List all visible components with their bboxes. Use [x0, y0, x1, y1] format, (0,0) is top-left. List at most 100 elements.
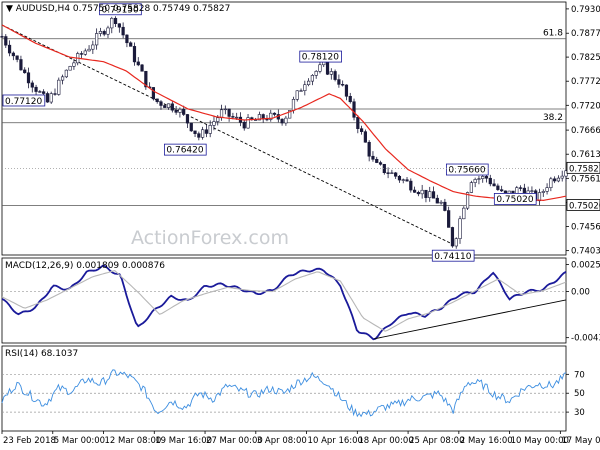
- candle-body: [231, 116, 235, 118]
- candle-body: [178, 108, 182, 113]
- macd-tick-label: 0.00257: [571, 261, 600, 271]
- candle-body: [447, 210, 451, 228]
- candle-body: [0, 36, 4, 38]
- candle-body: [201, 129, 205, 138]
- candle-body: [113, 17, 118, 25]
- candle-body: [458, 218, 462, 239]
- candle-body: [473, 179, 477, 183]
- candle-body: [53, 93, 57, 95]
- candle-body: [507, 190, 511, 194]
- candle-body: [481, 176, 485, 180]
- candle-body: [359, 128, 364, 132]
- annotation-label-4: 0.75020: [496, 195, 533, 205]
- candle-body: [329, 71, 333, 75]
- watermark: ActionForex.com: [131, 227, 289, 249]
- annotation-label-5: 0.74110: [434, 252, 471, 262]
- candle-body: [166, 103, 171, 108]
- candle-body: [121, 26, 125, 36]
- candle-body: [352, 101, 356, 118]
- candle-body: [26, 72, 31, 84]
- x-tick-label: 25 Apr 08:00: [409, 436, 464, 446]
- candle-body: [284, 117, 288, 124]
- macd-tick-label: -0.004392: [571, 334, 600, 344]
- candle-body: [155, 98, 159, 103]
- candle-body: [469, 182, 473, 193]
- x-tick-label: 10 May 00:00: [511, 436, 569, 446]
- candle-body: [102, 31, 106, 35]
- candle-body: [314, 71, 318, 76]
- candle-body: [428, 191, 432, 198]
- candle-body: [503, 190, 508, 194]
- candle-body: [431, 191, 436, 199]
- candle-body: [450, 227, 455, 247]
- price-tick-label: 0.78250: [571, 53, 600, 63]
- candle-body: [91, 44, 95, 50]
- price-tick-label: 0.77200: [571, 101, 600, 111]
- candle-body: [344, 84, 349, 97]
- macd-trendline-0: [374, 299, 567, 340]
- x-tick-label: 19 Mar 16:00: [155, 436, 212, 446]
- candle-body: [299, 90, 303, 92]
- candle-body: [30, 82, 34, 88]
- candle-body: [197, 133, 201, 138]
- candle-body: [397, 175, 402, 181]
- candle-body: [420, 189, 424, 195]
- x-tick-label: 23 Feb 2018: [3, 436, 56, 446]
- candle-body: [151, 87, 156, 100]
- candle-body: [163, 105, 167, 108]
- price-panel-title: ▼ AUDUSD,H4 0.75750 0.75828 0.75749 0.75…: [6, 4, 230, 14]
- candle-body: [159, 101, 163, 106]
- rsi-tick-label: 30: [574, 408, 585, 418]
- x-tick-label: 27 Mar 00:00: [206, 436, 263, 446]
- candle-body: [307, 80, 311, 86]
- candle-body: [545, 187, 549, 192]
- rsi-tick-label: 70: [574, 370, 585, 380]
- candle-body: [371, 155, 375, 160]
- candle-body: [223, 108, 227, 111]
- candle-body: [129, 42, 133, 47]
- candle-body: [378, 162, 383, 165]
- candle-body: [386, 172, 390, 174]
- candle-body: [219, 109, 224, 119]
- candle-body: [170, 103, 174, 111]
- candle-body: [4, 36, 8, 46]
- candle-body: [325, 61, 330, 75]
- candle-body: [337, 79, 341, 85]
- fib-label-61.8: 61.8: [543, 29, 563, 39]
- candle-body: [488, 177, 492, 185]
- price-tick-label: 0.76135: [571, 150, 600, 160]
- candle-body: [367, 141, 371, 157]
- candle-body: [375, 158, 379, 163]
- candle-body: [390, 172, 394, 174]
- candle-body: [405, 179, 409, 182]
- level-label-2: 0.77120: [5, 97, 42, 107]
- x-tick-label: 3 Apr 08:00: [257, 436, 307, 446]
- candle-body: [106, 27, 110, 35]
- candle-body: [49, 93, 53, 103]
- macd-panel-title: MACD(12,26,9) 0.001809 0.000876: [5, 261, 165, 271]
- candle-body: [42, 91, 46, 94]
- candle-body: [72, 62, 76, 67]
- candle-body: [57, 79, 61, 95]
- candle-body: [140, 64, 144, 72]
- candle-body: [560, 175, 564, 179]
- candle-body: [310, 75, 314, 82]
- x-tick-label: 17 May 08:00: [561, 436, 600, 446]
- candle-body: [182, 108, 186, 115]
- candle-body: [439, 201, 443, 204]
- x-tick-label: 10 Apr 16:00: [308, 436, 363, 446]
- candle-body: [435, 197, 439, 204]
- candle-body: [87, 48, 91, 52]
- annotation-label-1: 0.76420: [166, 146, 203, 156]
- candle-body: [174, 109, 178, 113]
- candle-body: [185, 114, 190, 124]
- candle-body: [356, 116, 360, 129]
- candle-body: [541, 191, 545, 193]
- candle-body: [7, 44, 12, 54]
- candle-body: [454, 238, 458, 247]
- candle-body: [79, 53, 84, 55]
- price-tick-label: 0.76660: [571, 126, 600, 136]
- candle-body: [64, 69, 68, 78]
- panel-frame-rsi: [1, 345, 567, 432]
- candle-body: [265, 118, 269, 121]
